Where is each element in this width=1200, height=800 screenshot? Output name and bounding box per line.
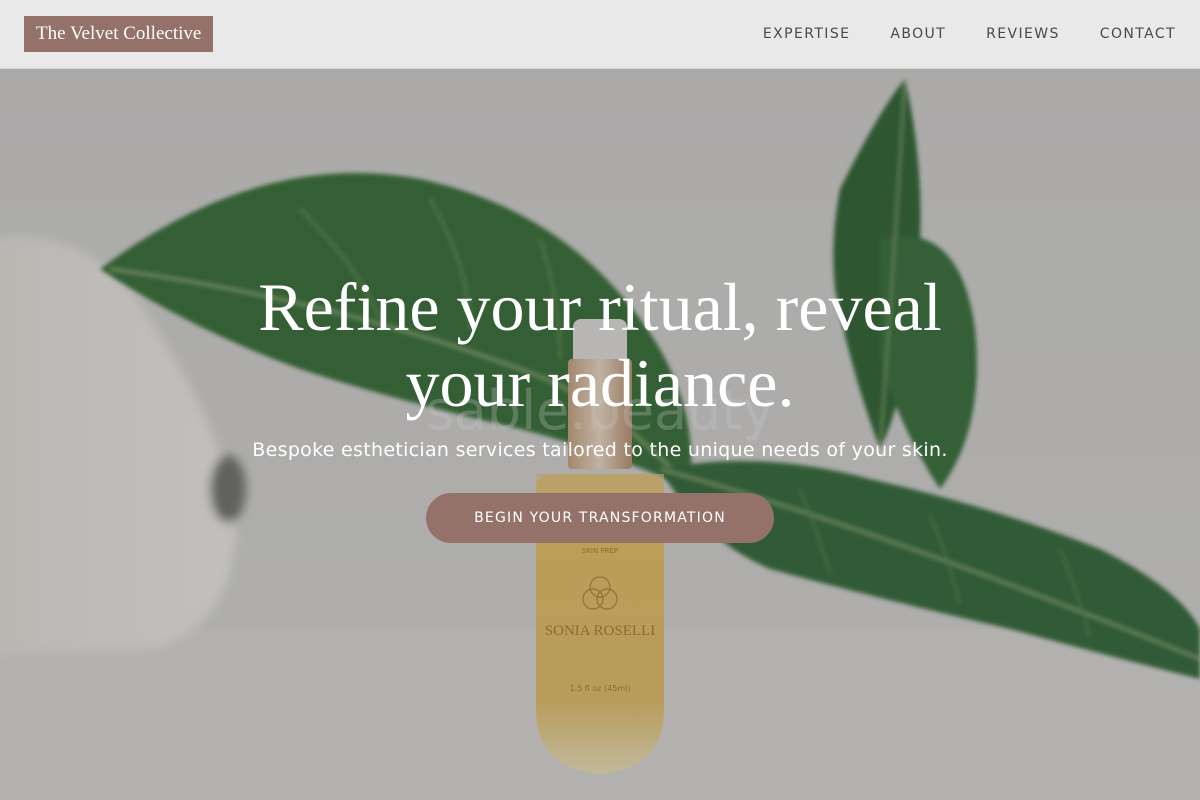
nav-link-reviews[interactable]: REVIEWS: [986, 26, 1060, 42]
brand-logo[interactable]: The Velvet Collective: [24, 16, 214, 52]
hero-section: SONIA ROSELLI SKIN PREP 1.5 fl oz (45ml)…: [0, 69, 1200, 800]
nav-link-about[interactable]: ABOUT: [890, 26, 946, 42]
nav-link-expertise[interactable]: EXPERTISE: [763, 26, 850, 42]
main-nav: EXPERTISE ABOUT REVIEWS CONTACT: [723, 0, 1176, 68]
hero-overlay: [0, 69, 1200, 800]
hero-headline-line-2: your radiance.: [405, 345, 795, 421]
hero-headline-line-1: Refine your ritual, reveal: [258, 269, 942, 345]
begin-transformation-button[interactable]: BEGIN YOUR TRANSFORMATION: [426, 493, 774, 543]
site-header: The Velvet Collective EXPERTISE ABOUT RE…: [0, 0, 1200, 69]
hero-headline: Refine your ritual, reveal your radiance…: [100, 269, 1100, 421]
hero-subheadline: Bespoke esthetician services tailored to…: [252, 439, 948, 461]
nav-link-contact[interactable]: CONTACT: [1100, 26, 1176, 42]
